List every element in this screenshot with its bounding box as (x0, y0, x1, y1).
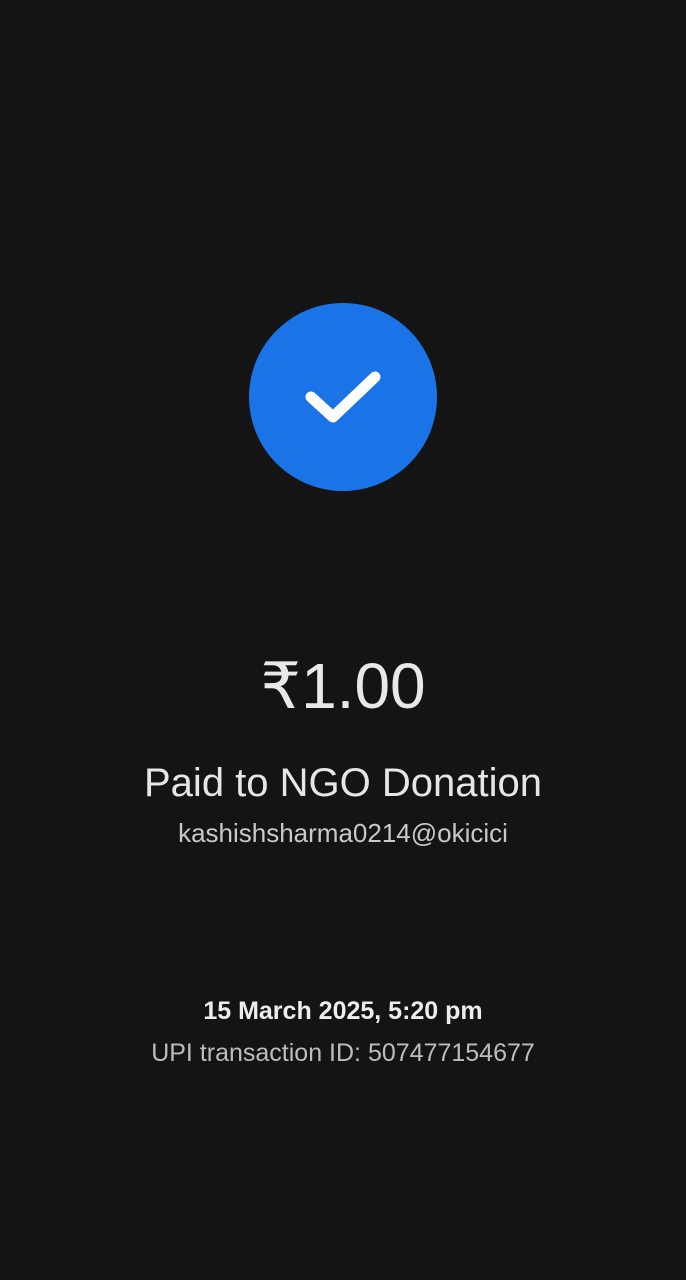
success-indicator (249, 303, 437, 491)
payment-success-screen: ₹1.00 Paid to NGO Donation kashishsharma… (0, 0, 686, 1280)
transaction-datetime: 15 March 2025, 5:20 pm (203, 997, 483, 1025)
payment-amount: ₹1.00 (260, 650, 426, 722)
payee-name: Paid to NGO Donation (144, 761, 542, 805)
transaction-id: UPI transaction ID: 507477154677 (151, 1039, 535, 1067)
check-icon (305, 371, 381, 423)
payee-upi-id: kashishsharma0214@okicici (178, 818, 508, 848)
